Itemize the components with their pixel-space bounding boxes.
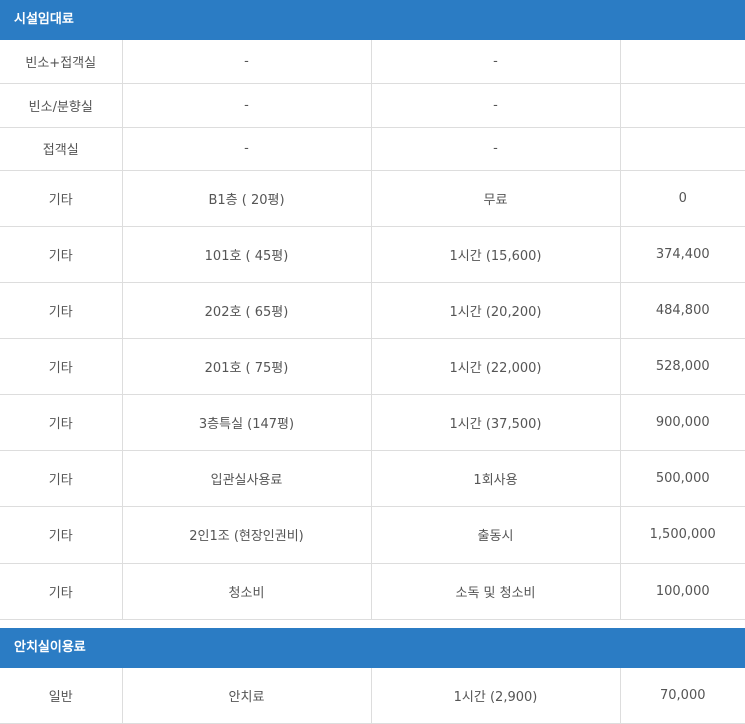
row-unit: 소독 및 청소비 bbox=[371, 563, 620, 619]
row-category: 접객실 bbox=[0, 127, 122, 170]
row-price: 0 bbox=[620, 170, 745, 226]
row-item: - bbox=[122, 127, 371, 170]
row-category: 기타 bbox=[0, 394, 122, 450]
row-item: 201호 ( 75평) bbox=[122, 338, 371, 394]
row-price: 500,000 bbox=[620, 450, 745, 506]
row-unit: - bbox=[371, 40, 620, 83]
row-item: 101호 ( 45평) bbox=[122, 226, 371, 282]
row-category: 기타 bbox=[0, 282, 122, 338]
row-category: 기타 bbox=[0, 226, 122, 282]
row-unit: 1회사용 bbox=[371, 450, 620, 506]
row-unit: 1시간 (15,600) bbox=[371, 226, 620, 282]
morgue-fee-table: 일반 안치료 1시간 (2,900) 70,000 bbox=[0, 668, 745, 724]
table-row: 기타 청소비 소독 및 청소비 100,000 bbox=[0, 563, 745, 619]
row-category: 기타 bbox=[0, 506, 122, 563]
row-unit: 1시간 (2,900) bbox=[371, 668, 620, 724]
row-item: 안치료 bbox=[122, 668, 371, 724]
table-row: 기타 3층특실 (147평) 1시간 (37,500) 900,000 bbox=[0, 394, 745, 450]
section-header-facility-rental: 시설임대료 bbox=[0, 0, 745, 40]
table-row: 기타 201호 ( 75평) 1시간 (22,000) 528,000 bbox=[0, 338, 745, 394]
row-price bbox=[620, 127, 745, 170]
table-row: 접객실 - - bbox=[0, 127, 745, 170]
row-item: 202호 ( 65평) bbox=[122, 282, 371, 338]
row-price: 484,800 bbox=[620, 282, 745, 338]
row-item: B1층 ( 20평) bbox=[122, 170, 371, 226]
row-unit: 출동시 bbox=[371, 506, 620, 563]
row-unit: 1시간 (22,000) bbox=[371, 338, 620, 394]
table-row: 기타 B1층 ( 20평) 무료 0 bbox=[0, 170, 745, 226]
row-category: 기타 bbox=[0, 170, 122, 226]
table-row: 빈소/분향실 - - bbox=[0, 83, 745, 127]
row-price: 100,000 bbox=[620, 563, 745, 619]
row-category: 빈소/분향실 bbox=[0, 83, 122, 127]
row-item: 입관실사용료 bbox=[122, 450, 371, 506]
row-unit: - bbox=[371, 127, 620, 170]
row-price bbox=[620, 40, 745, 83]
row-category: 기타 bbox=[0, 563, 122, 619]
row-price: 1,500,000 bbox=[620, 506, 745, 563]
row-category: 기타 bbox=[0, 338, 122, 394]
row-category: 기타 bbox=[0, 450, 122, 506]
table-row: 기타 101호 ( 45평) 1시간 (15,600) 374,400 bbox=[0, 226, 745, 282]
row-category: 일반 bbox=[0, 668, 122, 724]
row-unit: 1시간 (20,200) bbox=[371, 282, 620, 338]
table-row: 기타 입관실사용료 1회사용 500,000 bbox=[0, 450, 745, 506]
section-header-morgue-fee: 안치실이용료 bbox=[0, 628, 745, 668]
row-price: 70,000 bbox=[620, 668, 745, 724]
row-unit: 1시간 (37,500) bbox=[371, 394, 620, 450]
facility-rental-table: 빈소+접객실 - - 빈소/분향실 - - 접객실 - - 기타 B1층 ( 2… bbox=[0, 40, 745, 620]
row-price bbox=[620, 83, 745, 127]
row-price: 374,400 bbox=[620, 226, 745, 282]
section-spacer bbox=[0, 620, 745, 628]
row-unit: 무료 bbox=[371, 170, 620, 226]
table-row: 기타 202호 ( 65평) 1시간 (20,200) 484,800 bbox=[0, 282, 745, 338]
row-item: 청소비 bbox=[122, 563, 371, 619]
row-unit: - bbox=[371, 83, 620, 127]
row-category: 빈소+접객실 bbox=[0, 40, 122, 83]
table-row: 일반 안치료 1시간 (2,900) 70,000 bbox=[0, 668, 745, 724]
row-item: - bbox=[122, 40, 371, 83]
row-item: 3층특실 (147평) bbox=[122, 394, 371, 450]
row-item: - bbox=[122, 83, 371, 127]
row-price: 528,000 bbox=[620, 338, 745, 394]
row-item: 2인1조 (현장인권비) bbox=[122, 506, 371, 563]
table-row: 빈소+접객실 - - bbox=[0, 40, 745, 83]
row-price: 900,000 bbox=[620, 394, 745, 450]
table-row: 기타 2인1조 (현장인권비) 출동시 1,500,000 bbox=[0, 506, 745, 563]
